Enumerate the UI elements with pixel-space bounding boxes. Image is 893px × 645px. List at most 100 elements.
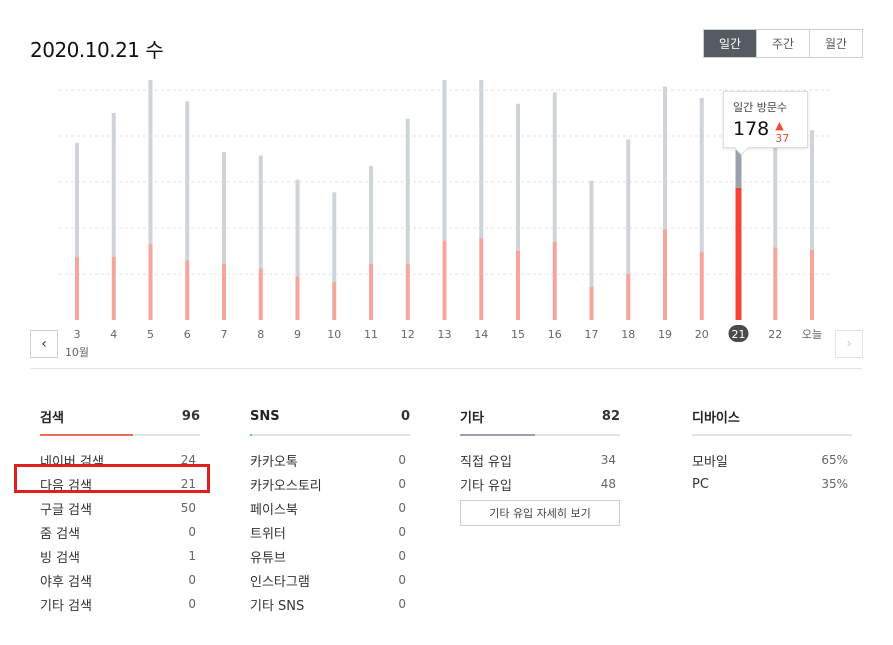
x-tick-label: 3 [74,328,81,341]
list-item: PC 35% [692,472,852,496]
item-value: 0 [398,525,406,539]
x-tick-label: 18 [621,328,635,341]
item-value: 0 [398,597,406,611]
list-item: 트위터 0 [250,520,410,544]
tooltip-delta-value: 37 [775,132,790,145]
sns-stats: SNS 0 카카오톡 0 카카오스토리 0 페이스북 0 트위터 0 유튜브 0 인스타그… [250,405,410,616]
sns-ratio-bar [250,434,410,436]
bar-upper [148,80,153,245]
sns-title: SNS [250,408,280,424]
etc-detail-button[interactable]: 기타 유입 자세히 보기 [460,500,620,526]
bar-lower [479,238,484,320]
visits-tooltip: 일간 방문수 178 ▲ 37 [723,91,808,148]
item-label: 유튜브 [250,550,286,566]
bar-upper [516,103,520,251]
device-stats: 디바이스 모바일 65% PC 35% [692,405,852,496]
list-item: 인스타그램 0 [250,568,410,592]
bar-upper [479,80,484,239]
sns-ratio-fill [250,434,252,436]
tab-monthly[interactable]: 월간 [809,30,862,57]
bar-upper [369,165,373,264]
bar-lower [148,244,153,320]
item-value: 48 [600,477,616,491]
item-value: 0 [398,501,406,515]
bar-lower [295,276,300,320]
x-tick-label: 12 [401,328,415,341]
list-item: 카카오톡 0 [250,448,410,472]
bar-upper [258,155,263,269]
bar-upper [405,118,410,264]
list-item: 유튜브 0 [250,544,410,568]
bar-upper [185,101,190,261]
item-value: 50 [180,501,196,515]
x-tick-label: 15 [511,328,525,341]
x-tick-label: 10 [327,328,341,341]
page-date-title: 2020.10.21 수 [30,38,164,62]
search-ratio-fill [40,434,133,436]
bar-lower [626,274,631,320]
bar-lower [185,260,190,320]
item-label: 직접 유입 [460,454,512,470]
etc-list: 직접 유입 34 기타 유입 48 [460,448,620,496]
bar-upper [589,180,594,287]
item-label: 모바일 [692,454,728,470]
item-value: 34 [600,453,616,467]
bar-upper [552,92,557,242]
etc-total: 82 [601,408,620,424]
item-value: 0 [398,549,406,563]
item-value: 35% [821,477,848,491]
search-title: 검색 [40,410,64,426]
prev-arrow-icon[interactable]: ‹ [30,330,58,358]
list-item: 줌 검색 0 [40,520,200,544]
bar-upper [810,130,814,250]
list-item: 직접 유입 34 [460,448,620,472]
x-tick-label: 20 [695,328,709,341]
item-label: 트위터 [250,526,286,542]
item-value: 1 [188,549,196,563]
item-label: 기타 SNS [250,598,305,614]
bar-upper [222,152,226,264]
list-item: 모바일 65% [692,448,852,472]
item-value: 0 [398,477,406,491]
tooltip-value: 178 [733,118,770,140]
search-total: 96 [181,408,200,424]
item-label: 카카오스토리 [250,478,322,494]
x-tick-label: 11 [364,328,378,341]
x-tick-label: 13 [438,328,452,341]
item-label: 카카오톡 [250,454,298,470]
x-tick-label: 19 [658,328,672,341]
x-tick-label: 오늘 [802,328,822,341]
bar-lower [589,286,594,320]
device-title: 디바이스 [692,410,740,426]
bar-lower [369,263,373,320]
list-item: 기타 SNS 0 [250,592,410,616]
item-value: 65% [821,453,848,467]
x-tick-label: 14 [474,328,488,341]
period-tabs: 일간 주간 월간 [703,29,863,58]
bar-lower [258,268,263,320]
item-label: 야후 검색 [40,574,92,590]
tab-daily[interactable]: 일간 [704,30,756,57]
search-ratio-bar [40,434,200,436]
bar-lower [699,252,704,320]
bar-lower [663,229,667,320]
x-tick-label: 22 [768,328,782,341]
item-label: 구글 검색 [40,502,92,518]
bar-upper [295,179,300,277]
bar-lower [222,263,226,320]
item-label: 인스타그램 [250,574,310,590]
x-tick-label: 8 [257,328,264,341]
item-label: 빙 검색 [40,550,81,566]
x-tick-label: 17 [585,328,599,341]
section-divider [30,368,862,369]
list-item: 페이스북 0 [250,496,410,520]
etc-stats: 기타 82 직접 유입 34 기타 유입 48 기타 유입 자세히 보기 [460,405,620,526]
tab-weekly[interactable]: 주간 [756,30,809,57]
next-arrow-icon[interactable]: › [835,330,863,358]
list-item: 구글 검색 50 [40,496,200,520]
item-label: PC [692,476,709,492]
list-item: 빙 검색 1 [40,544,200,568]
sns-total: 0 [400,408,410,424]
bar-upper [75,142,79,257]
highlight-box [14,464,210,493]
